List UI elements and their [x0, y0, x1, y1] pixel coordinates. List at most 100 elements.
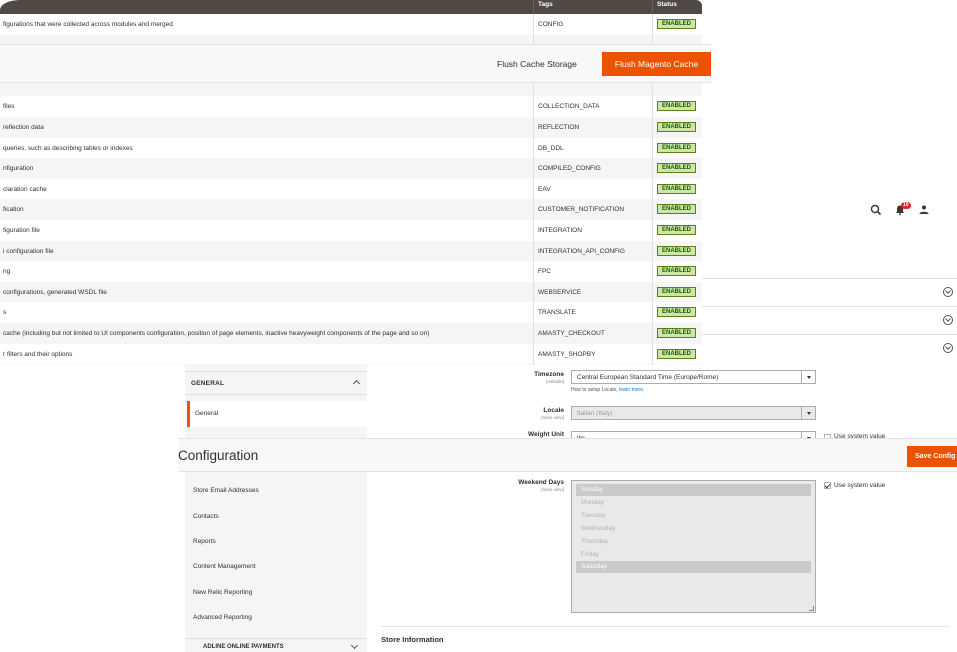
cache-tag: DB_DDL — [538, 144, 564, 152]
status-badge: ENABLED — [657, 142, 697, 153]
sidebar-item-contacts[interactable]: Contacts — [193, 513, 219, 520]
column-header-status[interactable]: Status — [657, 1, 677, 8]
status-badge: ENABLED — [657, 286, 697, 297]
table-row[interactable]: queries, such as describing tables or in… — [0, 137, 702, 159]
sidebar-item-store-email-addresses[interactable]: Store Email Addresses — [193, 487, 259, 494]
save-config-button[interactable]: Save Config — [907, 446, 957, 467]
table-row[interactable]: r filters and their options AMASTY_SHOPBY… — [0, 343, 702, 365]
status-badge: ENABLED — [657, 225, 697, 235]
table-row[interactable]: figuration file INTEGRATION ENABLED — [0, 220, 702, 241]
table-row[interactable]: n dataVERTEXENABLED — [0, 364, 702, 365]
sidebar-section-label: GENERAL — [191, 380, 225, 387]
sidebar-item-general[interactable]: General — [187, 401, 367, 427]
cache-description: figurations that were collected across m… — [3, 21, 173, 28]
cache-description: fication — [3, 206, 24, 214]
cache-description: r filters and their options — [3, 350, 73, 358]
weekend-day-option[interactable]: Tuesday — [576, 510, 811, 522]
locale-select[interactable]: Italian (Italy) — [571, 406, 816, 420]
status-badge: ENABLED — [657, 183, 697, 194]
cache-tag: INTEGRATION_API_CONFIG — [538, 247, 625, 255]
table-row[interactable]: fication CUSTOMER_NOTIFICATION ENABLED — [0, 199, 702, 220]
column-divider — [533, 0, 534, 14]
weekend-days-multiselect[interactable]: Sunday Monday Tuesday Wednesday Thursday… — [571, 480, 816, 613]
flush-magento-cache-button[interactable]: Flush Magento Cache — [602, 52, 711, 76]
column-divider — [652, 0, 653, 14]
cache-tag: COLLECTION_DATA — [538, 103, 600, 111]
learn-more-link[interactable]: learn more. — [619, 387, 644, 393]
sidebar-section-online-payments[interactable]: ADLINE ONLINE PAYMENTS — [185, 638, 367, 652]
table-row[interactable]: nfiguration COMPILED_CONFIG ENABLED — [0, 158, 702, 179]
weekend-day-option[interactable]: Sunday — [576, 484, 811, 496]
table-header: Tags Status — [0, 0, 702, 14]
sidebar-item-content-management[interactable]: Content Management — [193, 563, 256, 570]
status-badge: ENABLED — [657, 163, 697, 174]
cache-tag: TRANSLATE — [538, 309, 576, 317]
collapse-toggle-icon[interactable] — [943, 343, 953, 353]
page-title: Configuration — [178, 448, 259, 463]
user-account-icon[interactable] — [918, 204, 930, 216]
store-information-section[interactable]: Store Information — [381, 635, 444, 644]
weekend-days-scope: [store view] — [541, 487, 564, 492]
cache-description: configurations, generated WSDL file — [3, 288, 107, 296]
table-row[interactable]: files COLLECTION_DATA ENABLED — [0, 96, 702, 117]
cache-description: figuration file — [3, 227, 40, 234]
table-row[interactable]: cache (including but not limited to UI c… — [0, 323, 702, 344]
flush-cache-storage-button[interactable]: Flush Cache Storage — [497, 53, 577, 75]
locale-label: Locale — [543, 407, 564, 414]
table-row[interactable]: configurations, generated WSDL file WEBSE… — [0, 281, 702, 303]
help-text: How to setup Locale, — [571, 387, 618, 393]
locale-scope: [store view] — [541, 415, 564, 420]
status-badge: ENABLED — [657, 122, 697, 132]
cache-tag: CUSTOMER_NOTIFICATION — [538, 206, 625, 214]
config-page-header: Configuration Save Config — [178, 438, 957, 472]
status-badge: ENABLED — [657, 348, 697, 359]
section-divider — [381, 626, 950, 627]
notification-count-badge: 10 — [901, 202, 911, 209]
timezone-help: How to setup Locale, learn more. — [571, 387, 644, 393]
sidebar-item-new-relic-reporting[interactable]: New Relic Reporting — [193, 589, 252, 596]
weekend-day-option[interactable]: Monday — [576, 497, 811, 509]
table-row[interactable]: figurations that were collected across m… — [0, 14, 702, 35]
resize-handle-icon[interactable] — [809, 606, 814, 611]
table-row[interactable]: claration cache EAV ENABLED — [0, 178, 702, 200]
collapse-toggle-icon[interactable] — [943, 287, 953, 297]
table-row[interactable]: i configuration file INTEGRATION_API_CONF… — [0, 240, 702, 262]
collapse-toggle-icon[interactable] — [943, 315, 953, 325]
cache-description: i configuration file — [3, 247, 54, 255]
table-row[interactable]: s TRANSLATE ENABLED — [0, 302, 702, 323]
sidebar-item-advanced-reporting[interactable]: Advanced Reporting — [193, 614, 252, 621]
sidebar-section-general[interactable]: GENERAL — [185, 371, 367, 395]
weekend-day-option[interactable]: Friday — [576, 549, 811, 561]
weekend-day-option[interactable]: Wednesday — [576, 523, 811, 535]
cache-description: claration cache — [3, 185, 47, 193]
weekend-days-use-system-label: Use system value — [834, 482, 886, 489]
cache-description: nfiguration — [3, 165, 34, 173]
status-badge: ENABLED — [657, 245, 697, 256]
cache-actions-bar: Flush Cache Storage Flush Magento Cache — [0, 44, 711, 83]
timezone-value: Central European Standard Time (Europe/R… — [577, 374, 719, 381]
cache-tag: INTEGRATION — [538, 227, 582, 234]
cache-tag: CONFIG — [538, 21, 564, 28]
table-row[interactable]: ng FPC ENABLED — [0, 261, 702, 282]
weekend-days-use-system-checkbox[interactable] — [824, 482, 831, 489]
sidebar-item-reports[interactable]: Reports — [193, 538, 216, 545]
cache-tag: FPC — [538, 268, 551, 276]
column-header-tags[interactable]: Tags — [538, 1, 553, 8]
sidebar-section-label: ADLINE ONLINE PAYMENTS — [203, 644, 284, 650]
chevron-down-icon — [350, 641, 359, 650]
cache-tag: COMPILED_CONFIG — [538, 165, 601, 173]
cache-description: queries, such as describing tables or in… — [3, 144, 133, 152]
chevron-up-icon — [352, 379, 361, 388]
cache-description: files — [3, 103, 15, 111]
status-badge: ENABLED — [657, 328, 697, 338]
cache-tag: AMASTY_SHOPBY — [538, 350, 596, 358]
timezone-label: Timezone — [534, 371, 564, 378]
weekend-day-option[interactable]: Thursday — [576, 536, 811, 548]
admin-header-actions: 10 — [870, 202, 940, 218]
weekend-day-option[interactable]: Saturday — [576, 561, 811, 573]
timezone-select[interactable]: Central European Standard Time (Europe/R… — [571, 370, 816, 384]
cache-tag: WEBSERVICE — [538, 288, 582, 296]
table-row[interactable]: reflection data REFLECTION ENABLED — [0, 117, 702, 138]
search-icon[interactable] — [870, 204, 882, 216]
weight-unit-label: Weight Unit — [528, 431, 564, 438]
